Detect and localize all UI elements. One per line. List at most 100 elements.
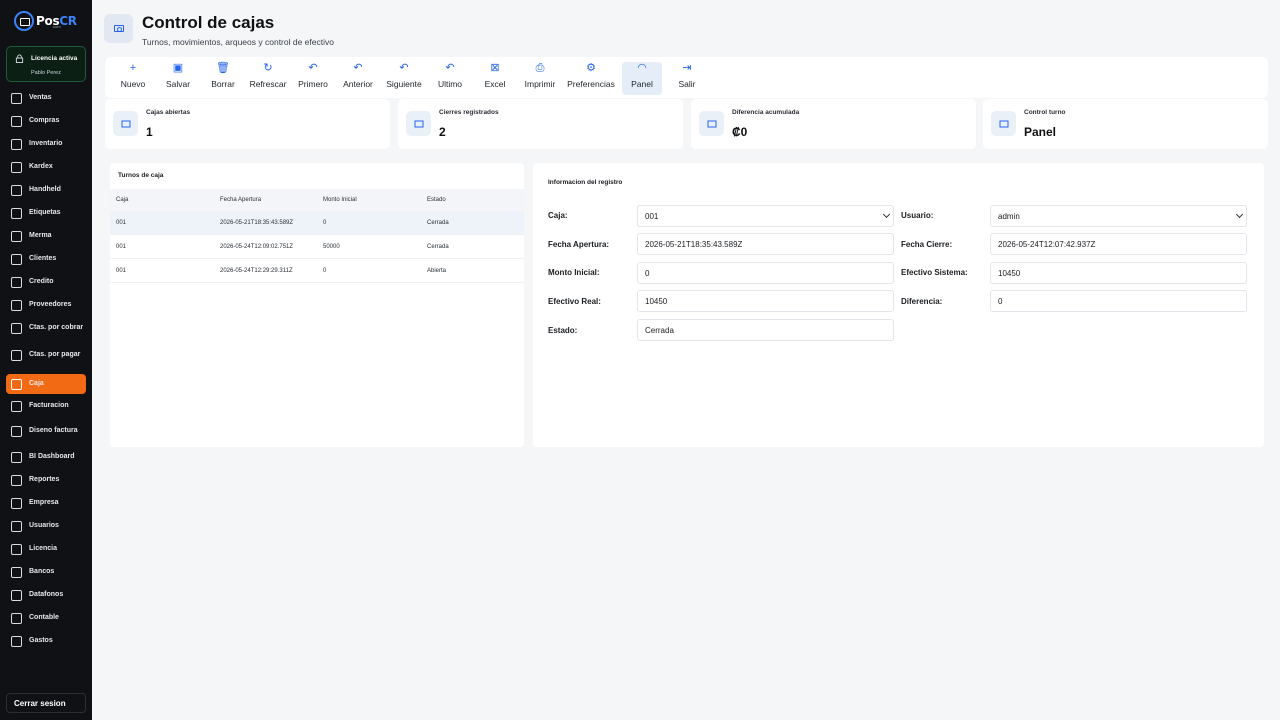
sidebar-item-usuarios[interactable]: Usuarios [6,516,86,536]
ultimo-button[interactable]: ↶ Ultimo [430,62,470,95]
anterior-button[interactable]: ↶ Anterior [338,62,378,95]
sidebar-item-facturacion[interactable]: Facturacion [6,396,86,416]
sidebar-item-merma[interactable]: Merma [6,226,86,246]
column-header[interactable]: Monto Inicial [323,197,357,203]
table-cell: 2026-05-21T18:35:43.589Z [220,220,294,226]
apertura-field[interactable]: 2026-05-21T18:35:43.589Z [637,233,894,255]
sidebar-item-licencia[interactable]: Licencia [6,539,86,559]
imprimir-button[interactable]: ⎙ Imprimir [520,62,560,95]
sidebar-item-clientes[interactable]: Clientes [6,249,86,269]
borrar-icon: 🗑 [216,62,230,74]
stat-label: Control turno [1024,109,1066,116]
primero-button[interactable]: ↶ Primero [293,62,333,95]
sidebar-item-label: Inventario [29,140,63,148]
sidebar-item-label: Facturacion [29,402,69,410]
report-icon [11,474,22,486]
panel-button[interactable]: ◠ Panel [622,62,662,95]
sidebar-item-label: Etiquetas [29,209,61,217]
salvar-button[interactable]: ▣ Salvar [158,62,198,95]
wallet-icon [11,635,22,647]
sidebar-item-empresa[interactable]: Empresa [6,493,86,513]
caja-select[interactable]: 001 [637,205,894,227]
sidebar-item-inventario[interactable]: Inventario [6,134,86,154]
sidebar-item-credito[interactable]: Credito [6,272,86,292]
table-cell: Cerrada [427,220,449,226]
sidebar-item-label: Empresa [29,499,59,507]
toolbar-label: Panel [631,79,653,89]
table-row[interactable]: 001 2026-05-21T18:35:43.589Z 0 Cerrada [110,211,524,235]
column-header[interactable]: Fecha Apertura [220,197,261,203]
brand-sub: .com [52,24,61,29]
refrescar-button[interactable]: ↻ Refrescar [248,62,288,95]
sidebar-item-gastos[interactable]: Gastos [6,631,86,651]
stat-value: 1 [146,125,153,139]
sidebar-item-diseno-factura[interactable]: Diseno factura [6,421,86,441]
bank-icon [11,566,22,578]
table-row[interactable]: 001 2026-05-24T12:29:29.311Z 0 Abierta [110,259,524,283]
sidebar-item-compras[interactable]: Compras [6,111,86,131]
stat-label: Diferencia acumulada [732,109,800,116]
stat-card: Cajas abiertas 1 [105,99,390,149]
chevron-down-icon [882,210,891,219]
toolbar-label: Imprimir [524,79,556,89]
table-cell: 2026-05-24T12:29:29.311Z [220,268,293,274]
apertura-label: Fecha Apertura: [548,240,610,249]
salir-button[interactable]: ⇥ Salir [667,62,707,95]
table-cell: 50000 [323,244,340,250]
card-icon [11,276,22,288]
sidebar-item-caja[interactable]: Caja [6,374,86,394]
sidebar-item-ctas-por-pagar[interactable]: Ctas. por pagar [6,345,86,365]
sidebar-item-kardex[interactable]: Kardex [6,157,86,177]
sistema-field[interactable]: 10450 [990,262,1247,284]
sidebar-item-label: Contable [29,614,59,622]
receipt-icon [11,115,22,127]
sidebar-item-proveedores[interactable]: Proveedores [6,295,86,315]
sidebar-item-ventas[interactable]: Ventas [6,88,86,108]
table-row[interactable]: 001 2026-05-24T12:09:02.751Z 50000 Cerrada [110,235,524,259]
sidebar-item-etiquetas[interactable]: Etiquetas [6,203,86,223]
chart-icon [699,111,724,136]
diferencia-label: Diferencia: [901,297,943,306]
sidebar-item-label: Kardex [29,163,53,171]
chart-icon [11,161,22,173]
usuario-label: Usuario: [901,211,934,220]
preferencias-button[interactable]: ⚙ Preferencias [566,62,616,95]
siguiente-button[interactable]: ↶ Siguiente [384,62,424,95]
sidebar-item-bi-dashboard[interactable]: BI Dashboard [6,447,86,467]
diferencia-field[interactable]: 0 [990,290,1247,312]
user-icon [11,253,22,265]
sidebar-item-label: Ctas. por pagar [29,351,81,359]
sidebar-item-label: Clientes [29,255,57,263]
logout-button[interactable]: Cerrar sesion [6,693,86,713]
stat-label: Cajas abiertas [146,109,191,116]
cierre-field[interactable]: 2026-05-24T12:07:42.937Z [990,233,1247,255]
sidebar-item-datafonos[interactable]: Datafonos [6,585,86,605]
sidebar-item-label: Merma [29,232,52,240]
nuevo-button[interactable]: + Nuevo [113,62,153,95]
excel-button[interactable]: ⊠ Excel [475,62,515,95]
page-subtitle: Turnos, movimientos, arqueos y control d… [142,37,334,47]
cash-icon [113,111,138,136]
cart-icon [11,92,22,104]
record-panel: Informacion del registro Caja: 001 Usuar… [533,163,1264,447]
stat-card: Cierres registrados 2 [398,99,683,149]
dashboard-icon [11,451,22,463]
table-cell: Cerrada [427,244,449,250]
monto-field[interactable]: 0 [637,262,894,284]
sidebar-item-label: Usuarios [29,522,59,530]
table-header: Caja Fecha Apertura Monto Inicial Estado [110,189,524,211]
sidebar-item-handheld[interactable]: Handheld [6,180,86,200]
sidebar-item-bancos[interactable]: Bancos [6,562,86,582]
column-header[interactable]: Caja [116,197,128,203]
real-field[interactable]: 10450 [637,290,894,312]
sidebar-item-label: Compras [29,117,60,125]
table-cell: 0 [323,220,327,226]
borrar-button[interactable]: 🗑 Borrar [203,62,243,95]
sidebar-item-contable[interactable]: Contable [6,608,86,628]
sidebar-item-ctas-por-cobrar[interactable]: Ctas. por cobrar [6,318,86,338]
sidebar-item-reportes[interactable]: Reportes [6,470,86,490]
estado-field[interactable]: Cerrada [637,319,894,341]
column-header[interactable]: Estado [427,197,446,203]
usuario-select[interactable]: admin [990,205,1247,227]
terminal-icon [11,589,22,601]
